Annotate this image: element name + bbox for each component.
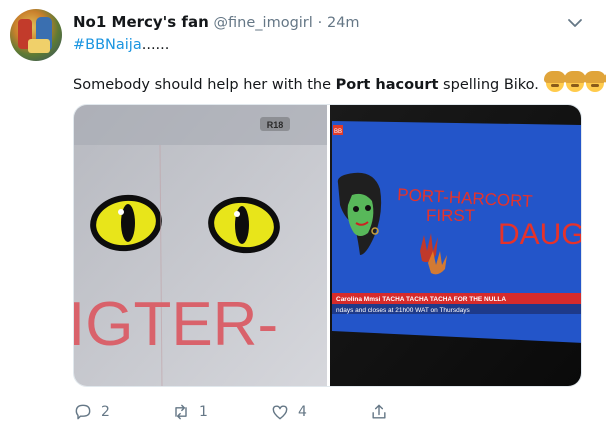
painted-text-line2: FIRST <box>426 206 475 225</box>
retweet-button[interactable]: 1 <box>171 400 208 424</box>
woman-gesturing-no-emoji <box>543 71 566 92</box>
reply-icon[interactable] <box>73 402 93 422</box>
woman-gesturing-no-emoji <box>583 71 606 92</box>
r18-badge-text: R18 <box>267 120 284 130</box>
separator-dot: · <box>317 15 323 31</box>
hashtag-link[interactable]: #BBNaija <box>73 37 142 53</box>
reply-button[interactable]: 2 <box>73 400 110 424</box>
media-image-left[interactable]: R18 IGTER- <box>74 105 327 387</box>
share-button[interactable] <box>369 400 389 424</box>
tweet-text-bold: Port hacourt <box>335 77 439 93</box>
share-icon[interactable] <box>369 402 389 422</box>
woman-gesturing-no-emoji <box>563 71 586 92</box>
heart-icon[interactable] <box>270 402 290 422</box>
tweet-text: Somebody should help her with the Port h… <box>73 71 606 93</box>
reply-count: 2 <box>101 404 110 420</box>
like-count: 4 <box>298 404 307 420</box>
timestamp[interactable]: 24m <box>327 15 360 31</box>
ticker-line1: Carolina Mmsi TACHA TACHA TACHA FOR THE … <box>336 296 506 303</box>
display-name[interactable]: No1 Mercy's fan <box>73 13 209 31</box>
chevron-down-icon[interactable] <box>566 14 584 32</box>
tweet[interactable]: No1 Mercy's fan @fine_imogirl · 24m #BBN… <box>0 0 606 431</box>
user-handle[interactable]: @fine_imogirl <box>214 15 313 31</box>
tweet-header: No1 Mercy's fan @fine_imogirl · 24m <box>73 13 360 33</box>
bb-logo-text: BB <box>334 129 342 135</box>
painted-text-right: DAUGH <box>498 218 582 251</box>
hashtag-line: #BBNaija...... <box>73 37 169 53</box>
tweet-text-before: Somebody should help her with the <box>73 77 336 93</box>
media-image-right[interactable]: BB PORT-HARCORT FIRST DAUGH <box>330 105 582 387</box>
hashtag-suffix: ...... <box>141 37 170 53</box>
like-button[interactable]: 4 <box>270 400 307 424</box>
media-grid[interactable]: R18 IGTER- BB PORT-HARCORT FIRST DAU Car… <box>73 104 582 387</box>
painted-text-left: IGTER- <box>74 290 278 359</box>
tweet-actions: 2 1 4 <box>73 400 393 424</box>
tweet-text-after: spelling Biko. <box>438 77 544 93</box>
avatar[interactable] <box>10 9 62 61</box>
retweet-icon[interactable] <box>171 402 191 422</box>
retweet-count: 1 <box>199 404 208 420</box>
ticker-line2: ndays and closes at 21h00 WAT on Thursda… <box>336 307 471 314</box>
